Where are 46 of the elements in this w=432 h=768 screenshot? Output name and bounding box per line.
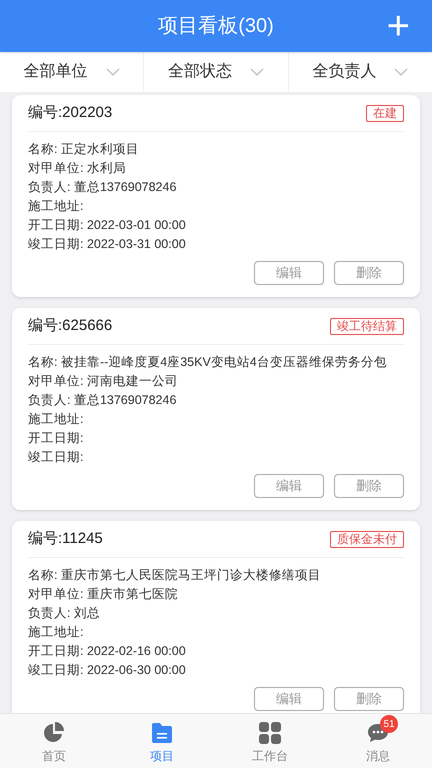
chevron-down-icon bbox=[106, 68, 120, 76]
filter-dropdown[interactable]: 全部单位 bbox=[0, 52, 144, 92]
unread-badge: 51 bbox=[380, 715, 398, 733]
page-title: 项目看板(30) bbox=[158, 14, 274, 39]
project-field: 负责人: 刘总 bbox=[28, 604, 404, 623]
project-number: 编号:625666 bbox=[28, 316, 112, 336]
project-field: 对甲单位: 河南电建一公司 bbox=[28, 372, 404, 391]
tab-bar-item[interactable]: 工作台 bbox=[216, 714, 324, 768]
status-tag: 质保金未付 bbox=[330, 530, 404, 548]
project-field: 负责人: 董总13769078246 bbox=[28, 178, 404, 197]
filter-dropdown[interactable]: 全部状态 bbox=[143, 52, 288, 92]
filter-dropdown[interactable]: 全负责人 bbox=[288, 52, 432, 92]
pie-chart-icon bbox=[42, 721, 66, 745]
edit-button[interactable]: 编辑 bbox=[254, 474, 324, 498]
project-field: 名称: 正定水利项目 bbox=[28, 140, 404, 159]
project-field: 施工地址: bbox=[28, 623, 404, 642]
delete-button[interactable]: 删除 bbox=[334, 474, 404, 498]
chevron-down-icon bbox=[394, 68, 408, 76]
project-field: 开工日期: bbox=[28, 429, 404, 448]
edit-button[interactable]: 编辑 bbox=[254, 261, 324, 285]
project-field: 名称: 重庆市第七人民医院马王坪门诊大楼修缮项目 bbox=[28, 566, 404, 585]
tab-bar-item[interactable]: 项目 bbox=[108, 714, 216, 768]
delete-button[interactable]: 删除 bbox=[334, 687, 404, 711]
chevron-down-icon bbox=[250, 68, 264, 76]
project-field: 开工日期: 2022-02-16 00:00 bbox=[28, 642, 404, 661]
add-button[interactable]: + bbox=[386, 4, 410, 48]
project-number: 编号:11245 bbox=[28, 528, 103, 549]
project-field: 负责人: 董总13769078246 bbox=[28, 391, 404, 410]
project-field: 对甲单位: 水利局 bbox=[28, 159, 404, 178]
project-field: 竣工日期: 2022-03-31 00:00 bbox=[28, 235, 404, 254]
grid-icon bbox=[258, 721, 282, 745]
delete-button[interactable]: 删除 bbox=[334, 261, 404, 285]
project-field: 开工日期: 2022-03-01 00:00 bbox=[28, 216, 404, 235]
project-field: 名称: 被挂靠--迎峰度夏4座35KV变电站4台变压器维保劳务分包 bbox=[28, 353, 404, 372]
project-field: 施工地址: bbox=[28, 410, 404, 429]
edit-button[interactable]: 编辑 bbox=[254, 687, 324, 711]
status-tag: 在建 bbox=[366, 104, 404, 122]
project-field: 竣工日期: bbox=[28, 448, 404, 467]
project-field: 施工地址: bbox=[28, 197, 404, 216]
tab-bar-item[interactable]: 51 消息 bbox=[324, 714, 432, 768]
project-number: 编号:202203 bbox=[28, 102, 112, 123]
status-tag: 竣工待结算 bbox=[330, 318, 404, 334]
folder-icon bbox=[150, 721, 174, 745]
tab-bar-item[interactable]: 首页 bbox=[0, 714, 108, 768]
project-field: 竣工日期: 2022-06-30 00:00 bbox=[28, 661, 404, 680]
project-field: 对甲单位: 重庆市第七医院 bbox=[28, 585, 404, 604]
